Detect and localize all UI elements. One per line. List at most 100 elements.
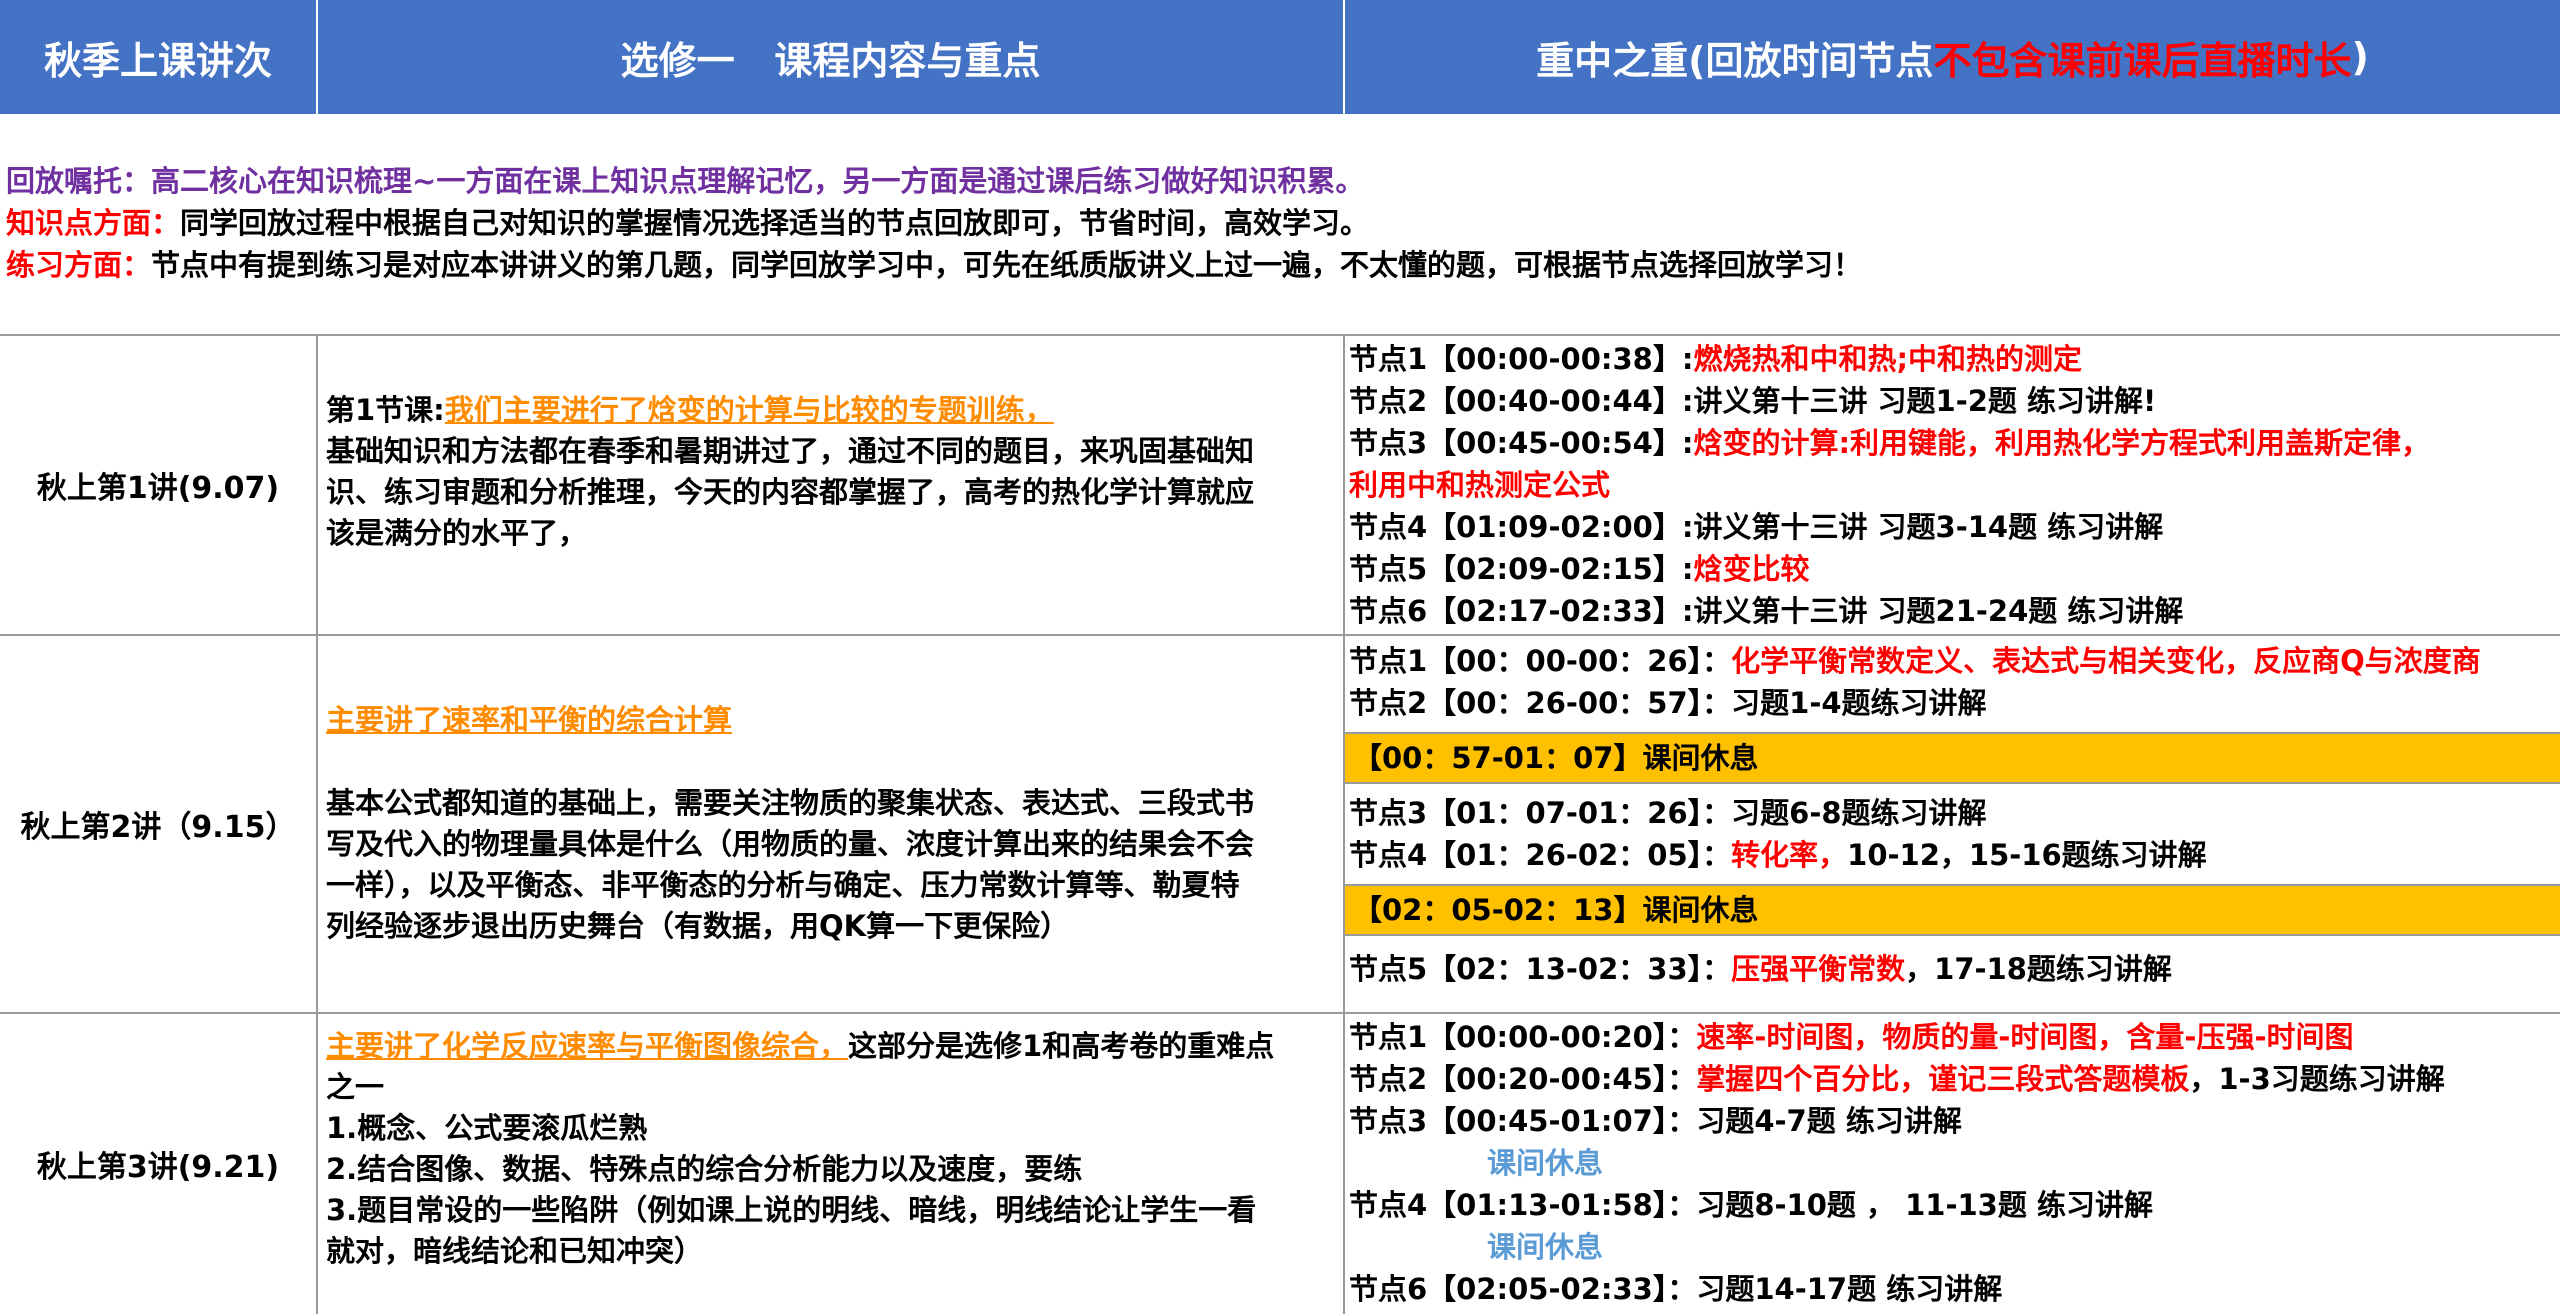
- content-highlight: 主要讲了化学反应速率与平衡图像综合，: [326, 1029, 849, 1063]
- node-line: 节点1【00:00-00:38】:燃烧热和中和热;中和热的测定: [1345, 338, 2560, 380]
- node-highlight: 转化率，: [1731, 838, 1848, 872]
- node-text: 10-12，15-16题练习讲解: [1847, 838, 2207, 872]
- node-highlight: 速率-时间图，物质的量-时间图，含量-压强-时间图: [1696, 1020, 2354, 1054]
- note-label: 练习方面：: [6, 248, 152, 282]
- node-time: 节点1【00:00-00:38】:: [1349, 342, 1694, 376]
- lecture-row: 秋上第3讲(9.21) 主要讲了化学反应速率与平衡图像综合，这部分是选修1和高考…: [0, 1014, 2560, 1314]
- node-line: 节点1【00：00-00：26】：化学平衡常数定义、表达式与相关变化，反应商Q与…: [1345, 640, 2560, 682]
- content-text: 这部分是选修1和高考卷的重难点: [848, 1029, 1275, 1063]
- note-text: 节点中有提到练习是对应本讲讲义的第几题，同学回放学习中，可先在纸质版讲义上过一遍…: [151, 248, 1863, 282]
- note-line: 练习方面：节点中有提到练习是对应本讲讲义的第几题，同学回放学习中，可先在纸质版讲…: [6, 244, 2560, 286]
- break-row: 【02：05-02：13】课间休息: [1345, 884, 2560, 936]
- node-line: 节点3【00:45-01:07】：习题4-7题 练习讲解: [1345, 1100, 2560, 1142]
- node-text: ，1-3习题练习讲解: [2189, 1062, 2445, 1096]
- node-line: 节点6【02:05-02:33】：习题14-17题 练习讲解: [1345, 1268, 2560, 1310]
- node-time: 节点5【02:09-02:15】:: [1349, 552, 1694, 586]
- playback-notes: 回放嘱托：高二核心在知识梳理~一方面在课上知识点理解记忆，另一方面是通过课后练习…: [0, 116, 2560, 336]
- node-line: 节点3【01：07-01：26】：习题6-8题练习讲解: [1345, 792, 2560, 834]
- content-line: 写及代入的物理量具体是什么（用物质的量、浓度计算出来的结果会不会: [326, 827, 1255, 861]
- node-line: 节点4【01:09-02:00】:讲义第十三讲 习题3-14题 练习讲解: [1345, 506, 2560, 548]
- node-highlight: 焓变比较: [1693, 552, 1810, 586]
- lecture-row: 秋上第1讲(9.07) 第1节课:我们主要进行了焓变的计算与比较的专题训练， 基…: [0, 336, 2560, 636]
- break-label: 课间休息: [1487, 1230, 1604, 1264]
- node-line: 节点2【00:40-00:44】:讲义第十三讲 习题1-2题 练习讲解!: [1345, 380, 2560, 422]
- content-line: 识、练习审题和分析推理，今天的内容都掌握了，高考的热化学计算就应: [326, 475, 1255, 509]
- content-line: 第1节课:我们主要进行了焓变的计算与比较的专题训练，: [326, 390, 1335, 431]
- content-line: 主要讲了化学反应速率与平衡图像综合，这部分是选修1和高考卷的重难点: [326, 1026, 1335, 1067]
- node-time: 节点2【00:20-00:45】：: [1349, 1062, 1697, 1096]
- note-text: 同学回放过程中根据自己对知识的掌握情况选择适当的节点回放即可，节省时间，高效学习…: [180, 206, 1370, 240]
- content-line: 2.结合图像、数据、特殊点的综合分析能力以及速度，要练: [326, 1152, 1083, 1186]
- lecture-content: 主要讲了速率和平衡的综合计算 基本公式都知道的基础上，需要关注物质的聚集状态、表…: [318, 636, 1345, 1012]
- content-line: 一样），以及平衡态、非平衡态的分析与确定、压力常数计算等、勒夏特: [326, 868, 1240, 902]
- content-highlight: 主要讲了速率和平衡的综合计算: [326, 703, 733, 737]
- node-group: 节点3【01：07-01：26】：习题6-8题练习讲解 节点4【01：26-02…: [1345, 784, 2560, 876]
- content-line: 基本公式都知道的基础上，需要关注物质的聚集状态、表达式、三段式书: [326, 786, 1255, 820]
- node-text: 习题6-8题练习讲解: [1731, 796, 1987, 830]
- content-line: 1.概念、公式要滚瓜烂熟: [326, 1111, 648, 1145]
- table-header: 秋季上课讲次 选修一 课程内容与重点 重中之重(回放时间节点 不包含课前课后直播…: [0, 0, 2560, 116]
- node-time: 节点3【00:45-01:07】：: [1349, 1104, 1697, 1138]
- header-key-points: 重中之重(回放时间节点 不包含课前课后直播时长 ): [1345, 0, 2560, 114]
- node-time: 节点4【01:09-02:00】:: [1349, 510, 1694, 544]
- lecture-content: 第1节课:我们主要进行了焓变的计算与比较的专题训练， 基础知识和方法都在春季和暑…: [318, 336, 1345, 634]
- content-line: 3.题目常设的一些陷阱（例如课上说的明线、暗线，明线结论让学生一看: [326, 1193, 1257, 1227]
- content-prefix: 第1节课:: [326, 393, 445, 427]
- node-highlight: 焓变的计算:利用键能，利用热化学方程式利用盖斯定律，: [1693, 426, 2431, 460]
- note-text: 高二核心在知识梳理~一方面在课上知识点理解记忆，另一方面是通过课后练习做好知识积…: [151, 164, 1365, 198]
- node-line: 节点5【02:09-02:15】:焓变比较: [1345, 548, 2560, 590]
- node-time: 节点2【00：26-00：57】：: [1349, 686, 1732, 720]
- node-line: 节点2【00:20-00:45】：掌握四个百分比，谨记三段式答题模板，1-3习题…: [1345, 1058, 2560, 1100]
- node-time: 节点3【01：07-01：26】：: [1349, 796, 1732, 830]
- node-text: 讲义第十三讲 习题3-14题 练习讲解: [1693, 510, 2164, 544]
- node-line: 节点6【02:17-02:33】:讲义第十三讲 习题21-24题 练习讲解: [1345, 590, 2560, 632]
- node-line: 节点4【01:13-01:58】：习题8-10题 ， 11-13题 练习讲解: [1345, 1184, 2560, 1226]
- node-time: 节点6【02:17-02:33】:: [1349, 594, 1694, 628]
- node-line: 节点4【01：26-02：05】：转化率，10-12，15-16题练习讲解: [1345, 834, 2560, 876]
- header-key-end: ): [2351, 35, 2369, 79]
- node-time: 节点4【01:13-01:58】：: [1349, 1188, 1697, 1222]
- header-lecture: 秋季上课讲次: [0, 0, 318, 114]
- node-time: 节点5【02：13-02：33】：: [1349, 952, 1732, 986]
- lecture-nodes: 节点1【00：00-00：26】：化学平衡常数定义、表达式与相关变化，反应商Q与…: [1345, 636, 2560, 1012]
- content-line: 列经验逐步退出历史舞台（有数据，用QK算一下更保险）: [326, 909, 1070, 943]
- node-text: 习题4-7题 练习讲解: [1696, 1104, 1962, 1138]
- break-row: 【00：57-01：07】课间休息: [1345, 732, 2560, 784]
- node-line: 节点5【02：13-02：33】：压强平衡常数，17-18题练习讲解: [1345, 948, 2560, 990]
- content-line: 该是满分的水平了，: [326, 516, 588, 550]
- node-time: 节点4【01：26-02：05】：: [1349, 838, 1732, 872]
- node-time: 节点6【02:05-02:33】：: [1349, 1272, 1697, 1306]
- node-text: 习题1-4题练习讲解: [1731, 686, 1987, 720]
- content-line: 之一: [326, 1070, 385, 1104]
- note-label: 回放嘱托：: [6, 164, 152, 198]
- node-highlight: 压强平衡常数: [1731, 952, 1906, 986]
- node-line: 利用中和热测定公式: [1345, 464, 2560, 506]
- node-text: 讲义第十三讲 习题21-24题 练习讲解: [1693, 594, 2184, 628]
- node-highlight: 掌握四个百分比，谨记三段式答题模板: [1696, 1062, 2190, 1096]
- node-time: 节点1【00:00-00:20】：: [1349, 1020, 1697, 1054]
- node-highlight: 燃烧热和中和热;中和热的测定: [1693, 342, 2083, 376]
- node-time: 节点3【00:45-00:54】:: [1349, 426, 1694, 460]
- lecture-row: 秋上第2讲（9.15） 主要讲了速率和平衡的综合计算 基本公式都知道的基础上，需…: [0, 636, 2560, 1014]
- note-label: 知识点方面：: [6, 206, 181, 240]
- content-line: 基础知识和方法都在春季和暑期讲过了，通过不同的题目，来巩固基础知: [326, 434, 1255, 468]
- node-highlight: 利用中和热测定公式: [1349, 468, 1611, 502]
- node-line: 节点2【00：26-00：57】：习题1-4题练习讲解: [1345, 682, 2560, 724]
- header-key-main: 重中之重(回放时间节点: [1536, 38, 1934, 83]
- node-line: 节点1【00:00-00:20】：速率-时间图，物质的量-时间图，含量-压强-时…: [1345, 1016, 2560, 1058]
- node-line: 节点3【00:45-00:54】:焓变的计算:利用键能，利用热化学方程式利用盖斯…: [1345, 422, 2560, 464]
- lecture-title: 秋上第3讲(9.21): [0, 1014, 318, 1314]
- node-text: 讲义第十三讲 习题1-2题 练习讲解!: [1693, 384, 2157, 418]
- node-group: 节点5【02：13-02：33】：压强平衡常数，17-18题练习讲解: [1345, 936, 2560, 990]
- lecture-title: 秋上第1讲(9.07): [0, 336, 318, 634]
- content-highlight: 我们主要进行了焓变的计算与比较的专题训练，: [444, 393, 1054, 427]
- node-time: 节点1【00：00-00：26】：: [1349, 644, 1732, 678]
- break-label: 课间休息: [1487, 1146, 1604, 1180]
- content-line: 就对，暗线结论和已知冲突）: [326, 1234, 704, 1268]
- note-line: 知识点方面：同学回放过程中根据自己对知识的掌握情况选择适当的节点回放即可，节省时…: [6, 202, 2560, 244]
- lecture-nodes: 节点1【00:00-00:20】：速率-时间图，物质的量-时间图，含量-压强-时…: [1345, 1014, 2560, 1314]
- header-content: 选修一 课程内容与重点: [318, 0, 1345, 114]
- node-text: 习题14-17题 练习讲解: [1696, 1272, 2003, 1306]
- node-highlight: 化学平衡常数定义、表达式与相关变化，反应商Q与浓度商: [1731, 644, 2481, 678]
